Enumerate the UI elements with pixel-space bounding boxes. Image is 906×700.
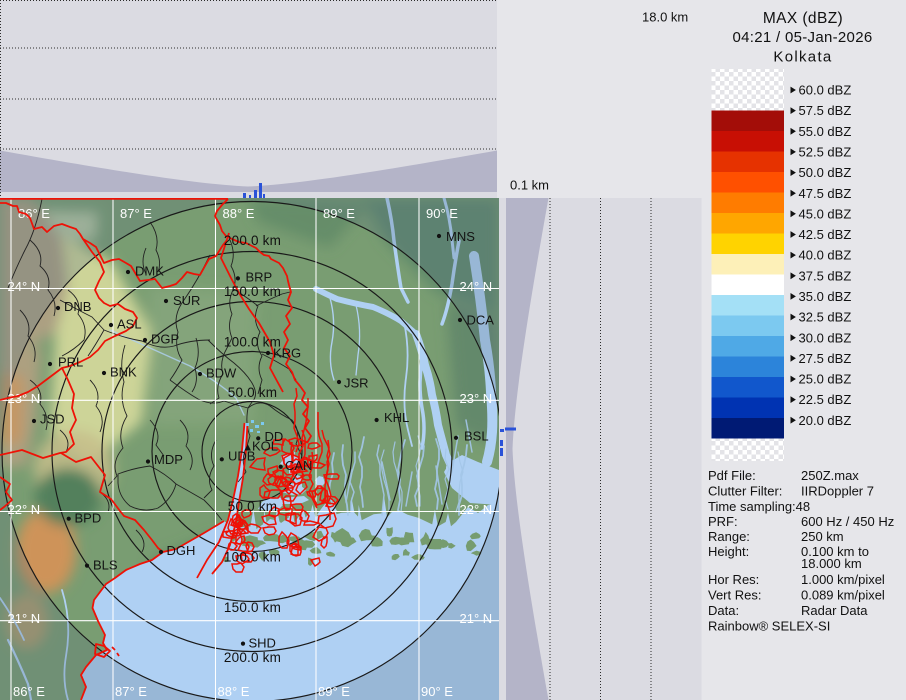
svg-text:89° E: 89° E (318, 684, 350, 699)
svg-text:200.0 km: 200.0 km (224, 650, 281, 665)
svg-text:50.0 dBZ: 50.0 dBZ (799, 165, 852, 180)
svg-text:Vert Res:: Vert Res: (708, 588, 761, 603)
svg-text:47.5 dBZ: 47.5 dBZ (799, 186, 852, 201)
svg-text:22° N: 22° N (460, 502, 493, 517)
svg-text:ASL: ASL (117, 317, 142, 332)
svg-text:JSR: JSR (344, 376, 369, 391)
svg-text:MAX (dBZ): MAX (dBZ) (763, 10, 843, 27)
svg-text:21° N: 21° N (8, 611, 41, 626)
svg-text:18.000 km: 18.000 km (801, 556, 862, 571)
svg-text:04:21 / 05-Jan-2026: 04:21 / 05-Jan-2026 (733, 29, 873, 46)
svg-text:Pdf File:: Pdf File: (708, 468, 756, 483)
svg-text:27.5 dBZ: 27.5 dBZ (799, 351, 852, 366)
svg-text:Clutter Filter:: Clutter Filter: (708, 484, 782, 499)
svg-text:20.0 dBZ: 20.0 dBZ (799, 413, 852, 428)
svg-text:BLS: BLS (93, 558, 118, 573)
svg-text:200.0 km: 200.0 km (224, 233, 281, 248)
svg-text:SUR: SUR (173, 293, 200, 308)
svg-text:600 Hz / 450 Hz: 600 Hz / 450 Hz (801, 514, 894, 529)
svg-text:50.0 km: 50.0 km (228, 385, 277, 400)
svg-text:88° E: 88° E (218, 684, 250, 699)
svg-text:32.5 dBZ: 32.5 dBZ (799, 310, 852, 325)
svg-text:30.0 dBZ: 30.0 dBZ (799, 330, 852, 345)
svg-text:CAN: CAN (285, 458, 312, 473)
svg-text:40.0 dBZ: 40.0 dBZ (799, 248, 852, 263)
svg-text:87° E: 87° E (120, 206, 152, 221)
svg-text:22.5 dBZ: 22.5 dBZ (799, 392, 852, 407)
svg-text:Data:: Data: (708, 603, 739, 618)
svg-text:90° E: 90° E (426, 206, 458, 221)
svg-text:89° E: 89° E (323, 206, 355, 221)
svg-text:Radar Data: Radar Data (801, 603, 868, 618)
svg-text:KRG: KRG (273, 346, 301, 361)
svg-text:23° N: 23° N (460, 391, 493, 406)
svg-text:35.0 dBZ: 35.0 dBZ (799, 289, 852, 304)
svg-text:BSL: BSL (464, 429, 489, 444)
svg-text:87° E: 87° E (115, 684, 147, 699)
svg-text:BRP: BRP (246, 270, 273, 285)
svg-text:250 km: 250 km (801, 529, 844, 544)
svg-text:55.0 dBZ: 55.0 dBZ (799, 124, 852, 139)
svg-text:88° E: 88° E (223, 206, 255, 221)
svg-text:100.0 km: 100.0 km (224, 550, 281, 565)
svg-text:18.0 km: 18.0 km (642, 10, 688, 25)
svg-text:BDW: BDW (206, 366, 237, 381)
svg-text:0.1 km: 0.1 km (510, 178, 549, 193)
svg-text:57.5 dBZ: 57.5 dBZ (799, 103, 852, 118)
svg-text:PRL: PRL (58, 355, 83, 370)
svg-text:Kolkata: Kolkata (773, 49, 832, 66)
svg-text:24° N: 24° N (8, 279, 41, 294)
svg-text:Range:: Range: (708, 529, 750, 544)
svg-text:1.000 km/pixel: 1.000 km/pixel (801, 572, 885, 587)
svg-text:PRF:: PRF: (708, 514, 738, 529)
svg-text:MNS: MNS (446, 229, 475, 244)
svg-text:22° N: 22° N (8, 502, 41, 517)
svg-text:DGP: DGP (151, 332, 179, 347)
svg-text:25.0 dBZ: 25.0 dBZ (799, 372, 852, 387)
svg-text:0.089 km/pixel: 0.089 km/pixel (801, 588, 885, 603)
svg-text:250Z.max: 250Z.max (801, 468, 859, 483)
svg-text:24° N: 24° N (460, 279, 493, 294)
svg-text:KHL: KHL (384, 410, 409, 425)
svg-text:DMK: DMK (135, 264, 164, 279)
svg-text:Time sampling:48: Time sampling:48 (708, 499, 810, 514)
svg-text:86° E: 86° E (13, 684, 45, 699)
svg-text:KOL: KOL (252, 439, 278, 454)
svg-text:150.0 km: 150.0 km (224, 600, 281, 615)
svg-text:BNK: BNK (110, 365, 137, 380)
svg-text:45.0 dBZ: 45.0 dBZ (799, 206, 852, 221)
svg-text:DNB: DNB (64, 299, 91, 314)
svg-text:Rainbow® SELEX-SI: Rainbow® SELEX-SI (708, 619, 830, 634)
svg-text:21° N: 21° N (460, 611, 493, 626)
svg-text:IIRDoppler 7: IIRDoppler 7 (801, 484, 874, 499)
svg-text:150.0 km: 150.0 km (224, 284, 281, 299)
svg-text:60.0 dBZ: 60.0 dBZ (799, 83, 852, 98)
svg-text:Hor Res:: Hor Res: (708, 572, 759, 587)
svg-text:DCA: DCA (467, 313, 495, 328)
svg-text:50.0 km: 50.0 km (228, 499, 277, 514)
svg-text:JSD: JSD (40, 412, 65, 427)
svg-text:MDP: MDP (154, 452, 183, 467)
svg-text:90° E: 90° E (421, 684, 453, 699)
svg-text:37.5 dBZ: 37.5 dBZ (799, 268, 852, 283)
svg-text:Height:: Height: (708, 544, 749, 559)
svg-text:42.5 dBZ: 42.5 dBZ (799, 227, 852, 242)
svg-text:52.5 dBZ: 52.5 dBZ (799, 145, 852, 160)
svg-text:SHD: SHD (249, 636, 276, 651)
svg-text:BPD: BPD (75, 511, 102, 526)
svg-text:DGH: DGH (167, 543, 196, 558)
